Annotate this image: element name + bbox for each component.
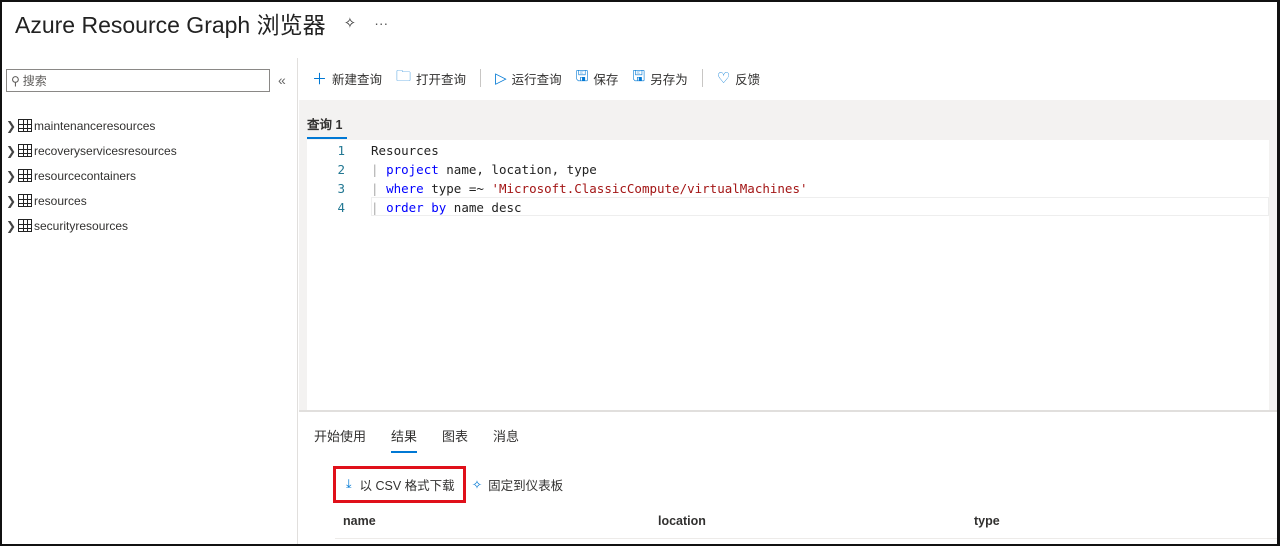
- tab-1[interactable]: 结果: [391, 426, 418, 453]
- feedback-button[interactable]: ♡ 反馈: [717, 69, 760, 88]
- tree-item-recoveryservicesresources[interactable]: ❯ recoveryservicesresources: [6, 138, 177, 163]
- save-as-icon: 🖫: [632, 67, 646, 85]
- tab-2[interactable]: 图表: [442, 426, 468, 453]
- tree-item-securityresources[interactable]: ❯ securityresources: [6, 213, 177, 238]
- query-area: 查询 1 1 Resources 2 | project name, location…: [299, 100, 1277, 410]
- label: 以 CSV 格式下载: [359, 479, 455, 493]
- table-icon: [18, 194, 32, 207]
- code-text: | project name, location, type: [371, 162, 597, 177]
- page-title-text: Azure Resource Graph 浏览器: [15, 12, 326, 38]
- search-icon: ⚲: [11, 73, 20, 88]
- code-line: 2 | project name, location, type: [307, 160, 597, 179]
- page-title: Azure Resource Graph 浏览器 ✧ ···: [15, 6, 388, 40]
- tab-0[interactable]: 开始使用: [314, 426, 366, 453]
- collapse-sidebar-button[interactable]: «: [278, 72, 286, 88]
- plus-icon: ＋: [312, 70, 328, 88]
- search-placeholder: 搜索: [22, 74, 47, 88]
- pin-icon[interactable]: ✧: [344, 14, 357, 32]
- code-token: order by: [386, 200, 447, 215]
- label: 反馈: [735, 72, 761, 87]
- table-icon: [18, 219, 32, 232]
- toolbar: ＋ 新建查询 🗀 打开查询 ▷ 运行查询 🖫 保存 🖫 另存为 ♡ 反馈: [312, 66, 774, 90]
- tree-item-label: maintenanceresources: [34, 118, 156, 133]
- open-query-button[interactable]: 🗀 打开查询: [396, 66, 466, 91]
- run-query-button[interactable]: ▷ 运行查询: [495, 69, 562, 88]
- line-number: 2: [337, 162, 345, 177]
- tree-item-label: securityresources: [34, 218, 129, 233]
- code-line: 4 | order by name desc: [307, 198, 522, 217]
- tree-item-maintenanceresources[interactable]: ❯ maintenanceresources: [6, 113, 177, 138]
- code-token: where: [386, 181, 424, 196]
- line-number: 3: [337, 181, 345, 196]
- code-token: Resources: [371, 143, 439, 158]
- query-editor[interactable]: 1 Resources 2 | project name, location, typ…: [307, 140, 1269, 410]
- save-as-button[interactable]: 🖫 另存为: [632, 66, 687, 91]
- active-tab-indicator: [307, 137, 347, 139]
- table-icon: [18, 119, 32, 132]
- code-token: name, location, type: [438, 162, 597, 177]
- new-query-button[interactable]: ＋ 新建查询: [312, 68, 382, 89]
- column-header-name[interactable]: name: [343, 514, 376, 528]
- code-token: project: [386, 162, 439, 177]
- code-token: 'Microsoft.ClassicCompute/virtualMachine…: [491, 181, 808, 196]
- results-tabs: 开始使用 结果 图表 消息: [314, 426, 519, 453]
- tree-item-label: recoveryservicesresources: [34, 143, 177, 158]
- line-number: 1: [337, 143, 345, 158]
- label: 新建查询: [332, 72, 383, 87]
- code-token: type =~: [423, 181, 492, 196]
- line-number: 4: [337, 200, 345, 215]
- search-input[interactable]: ⚲ 搜索: [6, 69, 270, 92]
- column-header-location[interactable]: location: [658, 514, 706, 528]
- pin-to-dashboard-button[interactable]: ✧ 固定到仪表板: [472, 475, 564, 494]
- divider: [480, 69, 482, 87]
- label: 运行查询: [511, 72, 562, 87]
- code-token: |: [371, 181, 387, 196]
- label: 保存: [593, 72, 619, 87]
- chevron-right-icon[interactable]: ❯: [6, 219, 16, 233]
- save-icon: 🖫: [575, 67, 589, 85]
- column-header-type[interactable]: type: [974, 514, 1000, 528]
- chevron-right-icon[interactable]: ❯: [6, 169, 16, 183]
- play-icon: ▷: [495, 70, 507, 87]
- divider: [335, 538, 1277, 539]
- chevron-right-icon[interactable]: ❯: [6, 119, 16, 133]
- code-text: | where type =~ 'Microsoft.ClassicComput…: [371, 181, 808, 196]
- label: 另存为: [650, 72, 688, 87]
- heart-icon: ♡: [716, 70, 731, 87]
- divider: [701, 69, 703, 87]
- label: 固定到仪表板: [488, 479, 564, 493]
- pin-icon: ✧: [471, 478, 483, 492]
- tree-item-label: resources: [34, 193, 87, 208]
- results-pane: 开始使用 结果 图表 消息 ⤓ 以 CSV 格式下载 ✧ 固定到仪表板 name loca…: [299, 410, 1277, 544]
- download-icon: ⤓: [346, 477, 352, 491]
- tree-item-resources[interactable]: ❯ resources: [6, 188, 177, 213]
- chevron-right-icon[interactable]: ❯: [6, 144, 16, 158]
- code-token: name desc: [446, 200, 522, 215]
- table-tree: ❯ maintenanceresources ❯ recoveryservicesre…: [6, 113, 177, 238]
- code-line: 1 Resources: [307, 141, 439, 160]
- label: 打开查询: [416, 72, 467, 87]
- tab-query-1[interactable]: 查询 1: [307, 114, 342, 133]
- code-token: |: [371, 200, 387, 215]
- save-button[interactable]: 🖫 保存: [576, 66, 619, 91]
- sidebar: ⚲ 搜索 « ❯ maintenanceresources ❯ recoveryserv…: [2, 58, 298, 544]
- download-csv-button[interactable]: ⤓ 以 CSV 格式下载: [333, 466, 466, 503]
- code-token: |: [371, 162, 387, 177]
- code-text: Resources: [371, 143, 439, 158]
- table-icon: [18, 169, 32, 182]
- code-text: | order by name desc: [371, 200, 522, 215]
- more-button[interactable]: ···: [374, 15, 388, 31]
- code-line: 3 | where type =~ 'Microsoft.ClassicCompu…: [307, 179, 808, 198]
- chevron-right-icon[interactable]: ❯: [6, 194, 16, 208]
- tree-item-resourcecontainers[interactable]: ❯ resourcecontainers: [6, 163, 177, 188]
- tree-item-label: resourcecontainers: [34, 168, 137, 183]
- tab-3[interactable]: 消息: [493, 426, 519, 453]
- table-icon: [18, 144, 32, 157]
- results-actions: ⤓ 以 CSV 格式下载 ✧ 固定到仪表板: [333, 466, 563, 503]
- folder-icon: 🗀: [396, 67, 412, 85]
